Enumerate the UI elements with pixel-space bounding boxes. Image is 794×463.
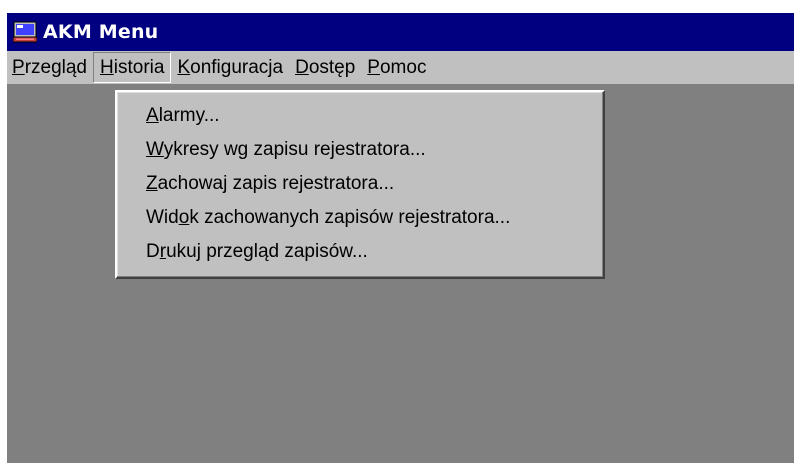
- menu-item-drukuj-przeglad[interactable]: Drukuj przegląd zapisów...: [117, 235, 603, 269]
- window-title: AKM Menu: [43, 21, 159, 43]
- menu-konfiguracja[interactable]: Konfiguracja: [171, 52, 289, 83]
- menu-item-widok-zapisow[interactable]: Widok zachowanych zapisów rejestratora..…: [117, 201, 603, 235]
- menu-przeglad[interactable]: Przegląd: [7, 52, 93, 83]
- menu-dostep[interactable]: Dostęp: [289, 52, 361, 83]
- menu-item-alarmy[interactable]: Alarmy...: [117, 99, 603, 133]
- computer-monitor-icon[interactable]: [13, 21, 37, 43]
- historia-dropdown-menu: Alarmy... Wykresy wg zapisu rejestratora…: [115, 90, 605, 279]
- title-bar[interactable]: AKM Menu: [7, 13, 794, 51]
- menu-item-wykresy[interactable]: Wykresy wg zapisu rejestratora...: [117, 133, 603, 167]
- menu-pomoc[interactable]: Pomoc: [361, 52, 432, 83]
- menu-bar: Przegląd Historia Konfiguracja Dostęp Po…: [7, 51, 794, 84]
- app-window: AKM Menu Przegląd Historia Konfiguracja …: [7, 13, 794, 463]
- menu-item-zachowaj-zapis[interactable]: Zachowaj zapis rejestratora...: [117, 167, 603, 201]
- menu-historia[interactable]: Historia: [93, 52, 172, 83]
